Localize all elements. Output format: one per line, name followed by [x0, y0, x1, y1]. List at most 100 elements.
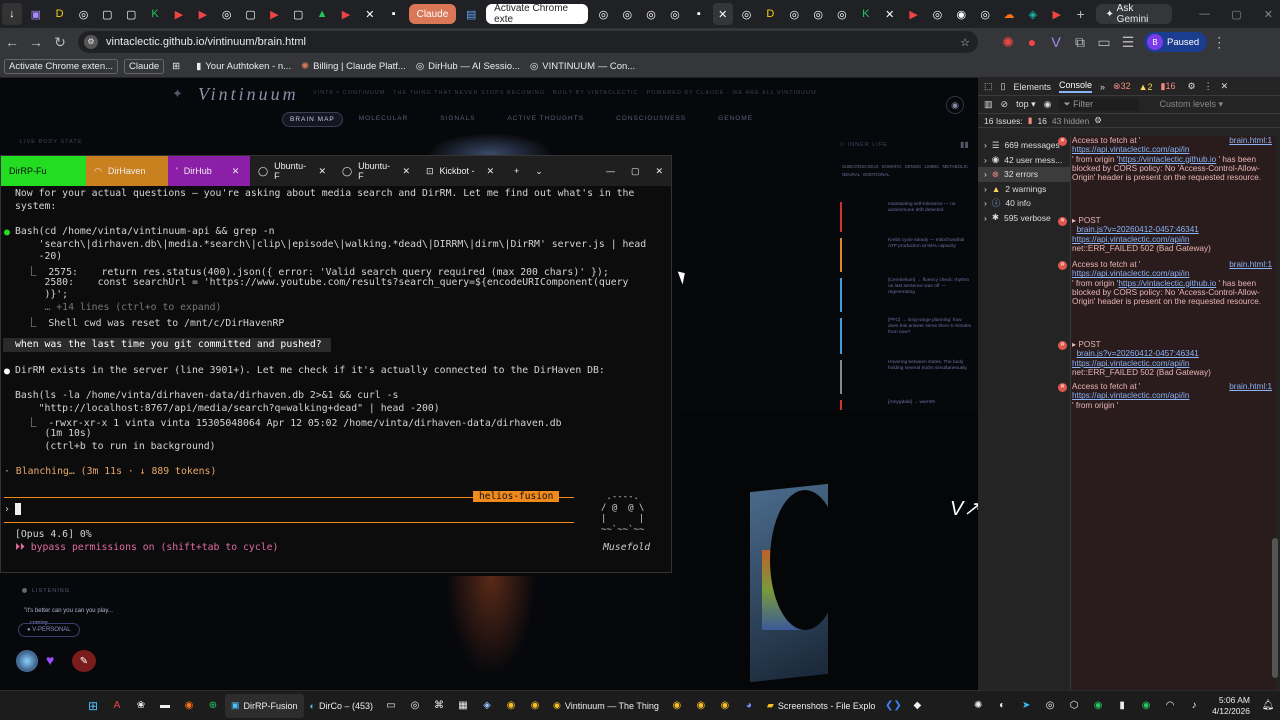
- maximize-icon[interactable]: ▢: [623, 156, 648, 186]
- filter-input[interactable]: ⏷ Filter: [1059, 98, 1140, 111]
- tab-activate-chrome[interactable]: Activate Chrome exte: [486, 3, 589, 25]
- request-url-link[interactable]: https://api.vintaclectic.com/api/in: [1072, 145, 1189, 154]
- bookmark-item[interactable]: Activate Chrome exten...: [4, 59, 119, 74]
- app-icon[interactable]: A: [106, 695, 128, 717]
- nav-brain-map[interactable]: BRAIN MAP: [282, 112, 343, 127]
- text-cursor[interactable]: [15, 503, 21, 515]
- filter-chip[interactable]: SENSIC: [905, 164, 922, 169]
- app-icon[interactable]: ❀: [130, 695, 152, 717]
- new-tab-icon[interactable]: +: [1071, 3, 1091, 25]
- filter-chip[interactable]: SOMATIC: [882, 164, 902, 169]
- warning-badge[interactable]: ▲2: [1139, 82, 1153, 92]
- tab-favicon[interactable]: ▶: [264, 3, 284, 25]
- tab-favicon[interactable]: ↓: [2, 3, 22, 25]
- nav-consciousness[interactable]: CONSCIOUSNESS: [600, 112, 702, 127]
- tab-console[interactable]: Console: [1059, 80, 1093, 93]
- tab-favicon[interactable]: ◎: [74, 3, 94, 25]
- vscode-icon[interactable]: ❮❯: [882, 695, 904, 717]
- volume-icon[interactable]: ♪: [1183, 695, 1205, 717]
- tab-favicon[interactable]: ▶: [1047, 3, 1067, 25]
- close-icon[interactable]: ✕: [402, 166, 410, 177]
- inspect-icon[interactable]: ⬚: [984, 81, 993, 92]
- telegram-icon[interactable]: ➤: [1015, 695, 1037, 717]
- terminal-tab[interactable]: ⊡ Kickbot - ✕: [418, 156, 506, 186]
- extension-icon[interactable]: ●: [1020, 30, 1044, 54]
- menu-kebab-icon[interactable]: ⋮: [1207, 30, 1231, 54]
- notification-bell-icon[interactable]: 🔔︎: [1257, 695, 1279, 717]
- tab-favicon[interactable]: ◎: [808, 3, 828, 25]
- tab-favicon[interactable]: ▪: [689, 3, 709, 25]
- reload-icon[interactable]: ↻: [48, 30, 72, 54]
- taskbar-app-file-explorer[interactable]: ▰ Screenshots - File Explo: [761, 694, 881, 718]
- issues-badge[interactable]: ▮16: [1161, 81, 1176, 92]
- chrome-icon[interactable]: ◉: [524, 695, 546, 717]
- tab-favicon[interactable]: ▣: [26, 3, 46, 25]
- extension-icon[interactable]: V: [1044, 30, 1068, 54]
- eye-icon[interactable]: ◉: [1044, 99, 1052, 110]
- discord-icon[interactable]: ◕: [738, 695, 760, 717]
- request-url-link[interactable]: https://api.vintaclectic.com/api/in: [1072, 359, 1189, 368]
- taskbar-app-dirrp-fusion[interactable]: ▣ DirRP-Fusion: [225, 693, 304, 718]
- tab-favicon[interactable]: ▶: [904, 3, 924, 25]
- filter-chip[interactable]: NEURAL: [842, 172, 860, 177]
- tab-favicon[interactable]: K: [145, 3, 165, 25]
- close-window-icon[interactable]: ✕: [1258, 3, 1278, 25]
- filter-chip[interactable]: METABOLIC: [942, 164, 968, 169]
- apps-grid-icon[interactable]: ⊞: [172, 61, 180, 72]
- tab-elements[interactable]: Elements: [1013, 82, 1051, 92]
- tab-favicon[interactable]: ▢: [241, 3, 261, 25]
- tab-favicon[interactable]: ◎: [593, 3, 613, 25]
- reading-list-icon[interactable]: ☰: [1116, 30, 1140, 54]
- tab-favicon[interactable]: ◈: [1023, 3, 1043, 25]
- sidebar-toggle-icon[interactable]: ▥: [984, 99, 993, 110]
- gear-icon[interactable]: ⚙: [1094, 115, 1102, 126]
- minimize-icon[interactable]: —: [1195, 3, 1215, 25]
- filter-chip[interactable]: EMOTIONAL: [863, 172, 890, 177]
- profile-button[interactable]: B Paused: [1144, 32, 1208, 52]
- tab-favicon[interactable]: ◎: [737, 3, 757, 25]
- app-icon[interactable]: ▭: [380, 695, 402, 717]
- steam-icon[interactable]: ◈: [476, 695, 498, 717]
- filter-chip[interactable]: SUBCONSCIOUS: [842, 164, 879, 169]
- taskbar-app-vintinuum[interactable]: ◉ Vintinuum — The Thing: [547, 694, 665, 718]
- terminal-tab[interactable]: ◯ Ubuntu-F ✕: [334, 156, 418, 186]
- sidebar-item-errors[interactable]: › ⊗ 32 errors: [978, 167, 1072, 182]
- close-icon[interactable]: ✕: [487, 166, 495, 177]
- panel-toggle-icon[interactable]: ▮▮: [960, 140, 969, 149]
- bookmark-star-icon[interactable]: ☆: [960, 36, 970, 49]
- sidebar-item-user[interactable]: › ◉ 42 user mess...: [978, 153, 1072, 168]
- request-url-link[interactable]: https://api.vintaclectic.com/api/in: [1072, 235, 1189, 244]
- dropdown-chevron-icon[interactable]: ⌄: [527, 156, 551, 186]
- tray-icon[interactable]: ▮: [1111, 695, 1133, 717]
- chrome-icon[interactable]: ◉: [500, 695, 522, 717]
- tray-icon[interactable]: ◉: [1087, 695, 1109, 717]
- tray-icon[interactable]: ◐: [991, 695, 1013, 717]
- tab-favicon[interactable]: ▶: [336, 3, 356, 25]
- bookmark-item[interactable]: ▮ Your Authtoken - n...: [196, 61, 291, 72]
- origin-link[interactable]: https://vintaclectic.github.io: [1118, 279, 1216, 288]
- heart-icon[interactable]: ♥: [46, 652, 54, 668]
- personal-badge[interactable]: ● V-PERSONAL: [18, 623, 80, 637]
- error-badge[interactable]: ⊗32: [1113, 81, 1131, 92]
- tab-favicon[interactable]: ◉: [951, 3, 971, 25]
- nav-molecular[interactable]: MOLECULAR: [343, 112, 424, 127]
- app-icon[interactable]: ◆: [906, 695, 928, 717]
- app-icon[interactable]: ⊕: [202, 695, 224, 717]
- context-select[interactable]: top ▾: [1016, 99, 1036, 110]
- back-icon[interactable]: ←: [0, 30, 24, 54]
- tab-favicon[interactable]: ▶: [193, 3, 213, 25]
- issues-bar[interactable]: 16 Issues: ▮ 16 43 hidden ⚙: [978, 114, 1280, 128]
- tab-favicon[interactable]: K: [856, 3, 876, 25]
- tab-favicon[interactable]: ✕: [880, 3, 900, 25]
- new-terminal-tab-icon[interactable]: +: [506, 156, 527, 186]
- tab-favicon[interactable]: D: [760, 3, 780, 25]
- source-link[interactable]: brain.js?v=20260412-0457:46341: [1077, 225, 1199, 234]
- close-icon[interactable]: ✕: [232, 166, 240, 177]
- app-icon[interactable]: ◎: [404, 695, 426, 717]
- request-url-link[interactable]: https://api.vintaclectic.com/api/in: [1072, 269, 1189, 278]
- device-toolbar-icon[interactable]: ▯: [1001, 81, 1006, 92]
- taskbar-app-dirco[interactable]: ◐ DirCo – (453): [304, 694, 379, 718]
- forward-icon[interactable]: →: [24, 30, 48, 54]
- bookmark-item[interactable]: Claude: [124, 59, 165, 74]
- terminal-tab[interactable]: ' DirHub ✕: [168, 156, 250, 186]
